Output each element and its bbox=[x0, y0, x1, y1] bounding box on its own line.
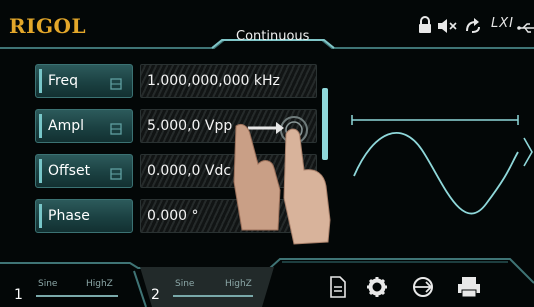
run-mode-label: Continuous bbox=[236, 29, 310, 44]
channel-1-tab[interactable]: 1 Sine HighZ bbox=[8, 267, 128, 307]
offset-value: 0.000,0 Vdc bbox=[147, 163, 232, 179]
channel-1-load: HighZ bbox=[86, 279, 113, 289]
awg-screen: RIGOL Continuous LXI Freq 1.000,000,000 … bbox=[0, 0, 534, 307]
print-icon[interactable] bbox=[456, 276, 482, 302]
brand-logo: RIGOL bbox=[9, 14, 87, 38]
channel-2-load: HighZ bbox=[225, 279, 252, 289]
touch-gesture-illustration bbox=[233, 116, 331, 245]
channel-2-number: 2 bbox=[151, 287, 160, 303]
link-icon[interactable] bbox=[110, 165, 122, 184]
sine-trace bbox=[353, 132, 519, 215]
sync-channels-icon[interactable] bbox=[411, 276, 435, 302]
channel-2-tab[interactable]: 2 Sine HighZ bbox=[145, 267, 263, 307]
selection-strip bbox=[39, 114, 42, 138]
link-icon[interactable] bbox=[110, 120, 122, 139]
ampl-label: Ampl bbox=[48, 118, 84, 134]
channel-1-wave: Sine bbox=[38, 279, 58, 289]
ampl-button[interactable]: Ampl bbox=[35, 109, 133, 143]
store-icon[interactable] bbox=[330, 276, 346, 302]
freq-label: Freq bbox=[48, 73, 78, 89]
selection-strip bbox=[39, 204, 42, 228]
lock-icon[interactable] bbox=[418, 16, 432, 38]
usb-icon bbox=[517, 19, 534, 38]
selection-strip bbox=[39, 159, 42, 183]
freq-value-field[interactable]: 1.000,000,000 kHz bbox=[140, 64, 317, 98]
phase-label: Phase bbox=[48, 208, 90, 224]
freq-button[interactable]: Freq bbox=[35, 64, 133, 98]
freq-value: 1.000,000,000 kHz bbox=[147, 73, 280, 89]
offset-label: Offset bbox=[48, 163, 91, 179]
channel-1-number: 1 bbox=[14, 287, 23, 303]
phase-button[interactable]: Phase bbox=[35, 199, 133, 233]
utility-icon[interactable] bbox=[366, 276, 388, 302]
waveform-next-arrow bbox=[523, 137, 533, 167]
sync-icon[interactable] bbox=[464, 17, 482, 38]
channel-2-output-line bbox=[173, 295, 253, 297]
offset-button[interactable]: Offset bbox=[35, 154, 133, 188]
channel-2-wave: Sine bbox=[175, 279, 195, 289]
waveform-preview bbox=[351, 115, 533, 215]
phase-value: 0.000 ° bbox=[147, 208, 199, 224]
link-icon[interactable] bbox=[110, 75, 122, 94]
mute-icon[interactable] bbox=[437, 18, 459, 38]
ampl-value: 5.000,0 Vpp bbox=[147, 118, 233, 134]
selection-strip bbox=[39, 69, 42, 93]
channel-1-output-line bbox=[36, 295, 118, 297]
